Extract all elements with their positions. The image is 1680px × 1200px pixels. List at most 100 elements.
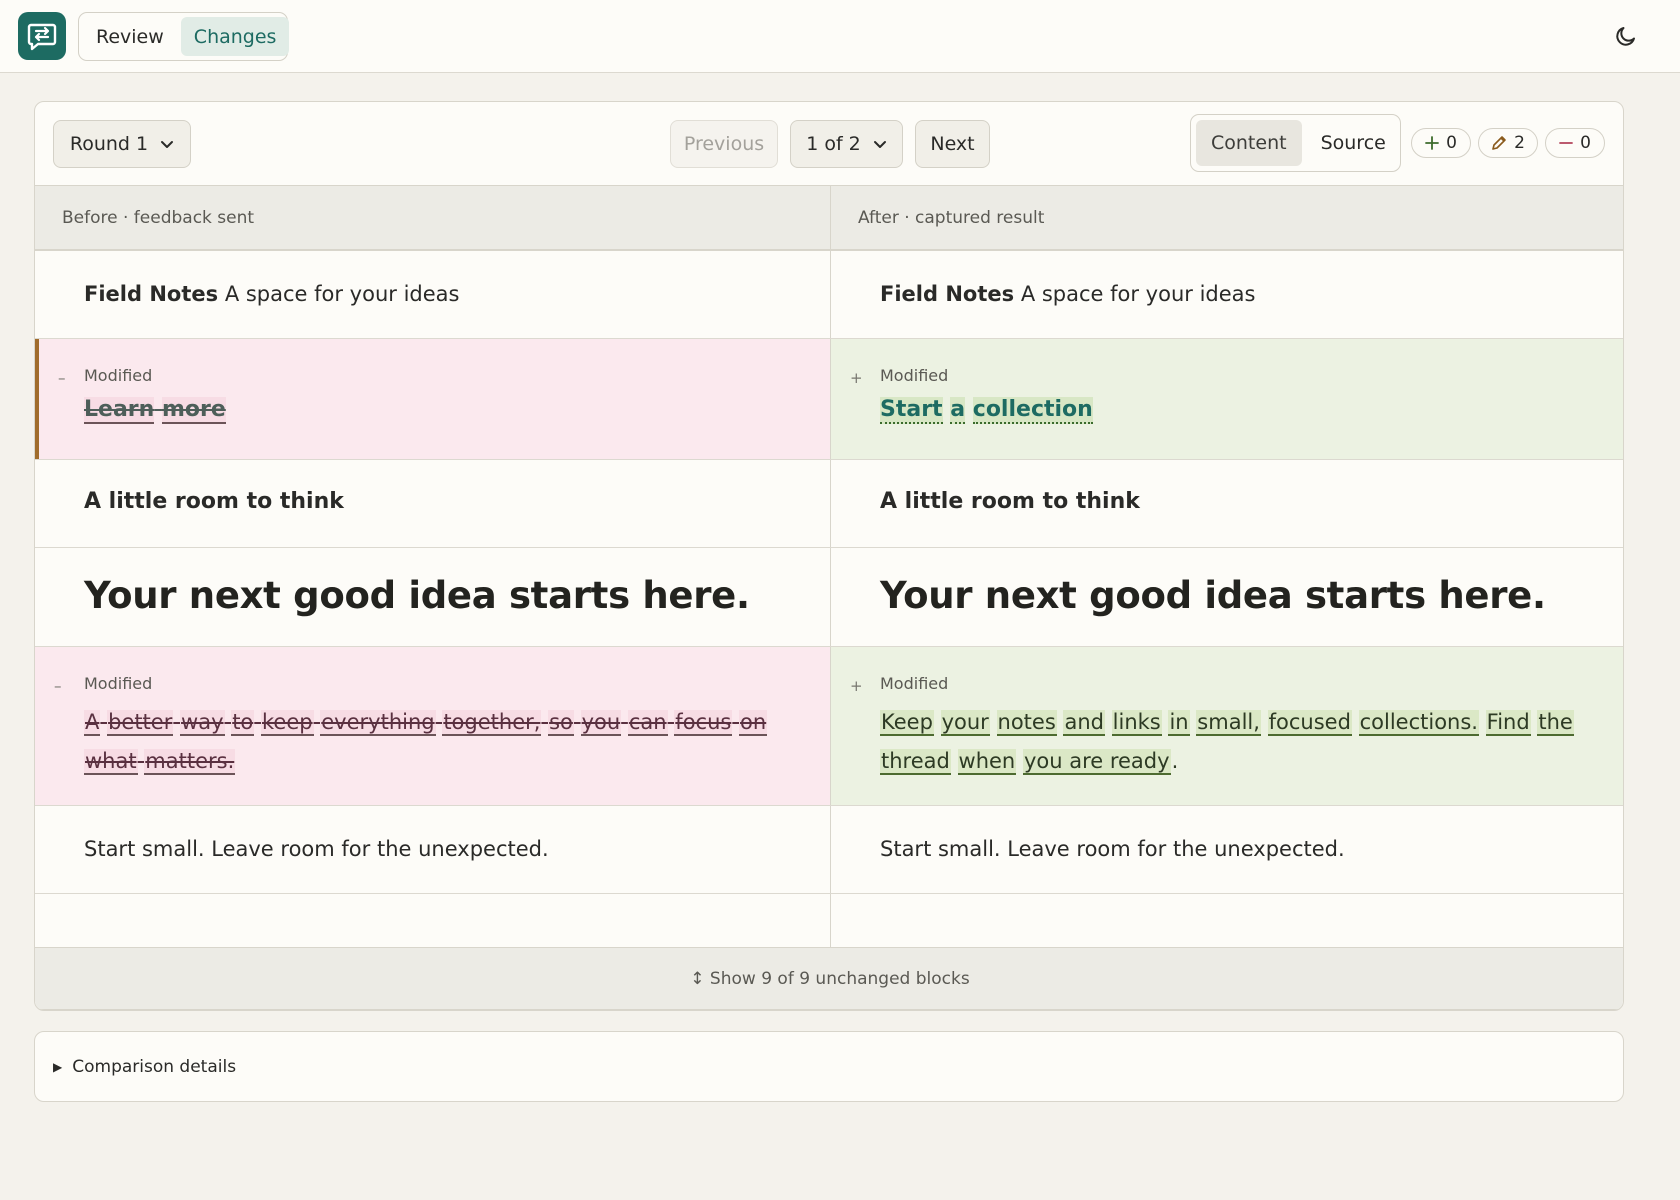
table-row: A little room to think A little room to … [35, 460, 1623, 548]
after-column-header: After · captured result [830, 186, 1623, 249]
previous-button[interactable]: Previous [670, 120, 778, 168]
added-marker: + [850, 677, 863, 695]
unchanged-period: . [1171, 749, 1179, 773]
after-cell: Start small. Leave room for the unexpect… [830, 806, 1623, 893]
before-cell: Start small. Leave room for the unexpect… [35, 806, 830, 893]
added-word: focused [1267, 710, 1352, 736]
after-cell [830, 894, 1623, 947]
removed-word: Learn [84, 397, 155, 424]
table-row-empty [35, 894, 1623, 947]
added-word: a [950, 397, 966, 424]
added-count-badge[interactable]: 0 [1411, 128, 1471, 158]
added-word: your [940, 710, 990, 736]
table-row-modified: – Modified A better way to keep everythi… [35, 647, 1623, 806]
table-row: Your next good idea starts here. Your ne… [35, 548, 1623, 647]
removed-word: A [84, 710, 101, 736]
modified-count: 2 [1514, 133, 1525, 153]
added-word: collections. [1358, 710, 1479, 736]
pencil-icon [1492, 136, 1506, 150]
tab-source[interactable]: Source [1306, 120, 1401, 166]
added-count: 0 [1446, 133, 1457, 153]
after-cell: Field Notes A space for your ideas [830, 251, 1623, 338]
added-paragraph: Keep your notes and links in small, focu… [880, 703, 1585, 781]
removed-word: so [548, 710, 574, 736]
show-unchanged-button[interactable]: ↕ Show 9 of 9 unchanged blocks [35, 947, 1623, 1010]
before-cell: – Modified A better way to keep everythi… [35, 647, 830, 805]
comparison-details-toggle[interactable]: ▶ Comparison details [34, 1031, 1624, 1102]
brand-title: Field Notes [84, 282, 219, 306]
added-word: small, [1196, 710, 1261, 736]
added-word: you are ready [1022, 749, 1171, 775]
tab-content[interactable]: Content [1196, 120, 1302, 166]
diff-header-row: Before · feedback sent After · captured … [35, 185, 1623, 251]
modified-label: Modified [84, 674, 153, 693]
removed-word: can [627, 710, 668, 736]
removed-word: together, [442, 710, 542, 736]
added-word: links [1111, 710, 1162, 736]
added-word: thread [880, 749, 951, 775]
removed-word: focus [674, 710, 733, 736]
added-word: Find [1485, 710, 1531, 736]
minus-icon [1559, 142, 1573, 144]
modified-count-badge[interactable]: 2 [1478, 128, 1538, 158]
tab-changes[interactable]: Changes [180, 17, 290, 56]
disclosure-triangle-icon: ▶ [53, 1059, 63, 1074]
body-text: Start small. Leave room for the unexpect… [84, 837, 549, 861]
mode-toggle: Review Changes [78, 12, 290, 61]
body-text: Start small. Leave room for the unexpect… [880, 837, 1345, 861]
theme-toggle-button[interactable] [1612, 22, 1640, 50]
removed-word: more [161, 397, 226, 424]
added-word: collection [972, 397, 1093, 424]
tab-review[interactable]: Review [83, 17, 177, 56]
brand-tagline: A space for your ideas [224, 282, 460, 306]
removed-word: keep [260, 710, 314, 736]
removed-word: matters. [144, 749, 236, 775]
removed-word: way [180, 710, 225, 736]
before-cell: – Modified Learn more [35, 339, 830, 459]
page-label: 1 of 2 [806, 133, 861, 155]
moon-icon [1616, 27, 1635, 46]
added-word: notes [996, 710, 1057, 736]
before-cell [35, 894, 830, 947]
table-row-modified: – Modified Learn more + Modified Start a… [35, 339, 1623, 460]
app-logo[interactable] [18, 12, 66, 60]
after-cell: + Modified Start a collection [830, 339, 1623, 459]
modified-label: Modified [880, 366, 949, 385]
before-cell: Field Notes A space for your ideas [35, 251, 830, 338]
brand-title: Field Notes [880, 282, 1015, 306]
comparison-details-label: Comparison details [72, 1056, 237, 1077]
added-word: the [1537, 710, 1574, 736]
added-word: Keep [880, 710, 934, 736]
hero-heading: Your next good idea starts here. [880, 574, 1546, 617]
round-label: Round 1 [69, 133, 149, 155]
removed-word: on [739, 710, 768, 736]
removed-word: you [580, 710, 622, 736]
plus-icon [1425, 136, 1439, 150]
table-row: Start small. Leave room for the unexpect… [35, 806, 1623, 894]
table-row: Field Notes A space for your ideas Field… [35, 251, 1623, 339]
modified-label: Modified [84, 366, 153, 385]
removed-link-text: Learn more [84, 395, 790, 425]
section-heading: A little room to think [880, 489, 1140, 514]
round-select[interactable]: Round 1 [53, 120, 191, 168]
before-column-header: Before · feedback sent [62, 207, 255, 228]
chevron-down-icon [161, 141, 174, 148]
removed-word: everything [320, 710, 436, 736]
modified-label: Modified [880, 674, 949, 693]
next-button[interactable]: Next [915, 120, 990, 168]
added-word: when [957, 749, 1017, 775]
added-word: and [1063, 710, 1105, 736]
removed-count-badge[interactable]: 0 [1545, 128, 1605, 158]
removed-marker: – [54, 677, 62, 695]
top-bar: Review Changes [0, 0, 1680, 73]
before-cell: Your next good idea starts here. [35, 548, 830, 646]
after-cell: + Modified Keep your notes and links in … [830, 647, 1623, 805]
swap-chat-icon [27, 23, 57, 51]
page-select[interactable]: 1 of 2 [790, 120, 903, 168]
added-word: in [1168, 710, 1190, 736]
diff-panel: Round 1 Previous 1 of 2 Next Content Sou… [34, 101, 1624, 1011]
after-cell: A little room to think [830, 460, 1623, 547]
removed-word: to [231, 710, 255, 736]
hero-heading: Your next good idea starts here. [84, 574, 750, 617]
diff-table: Before · feedback sent After · captured … [35, 185, 1623, 1010]
